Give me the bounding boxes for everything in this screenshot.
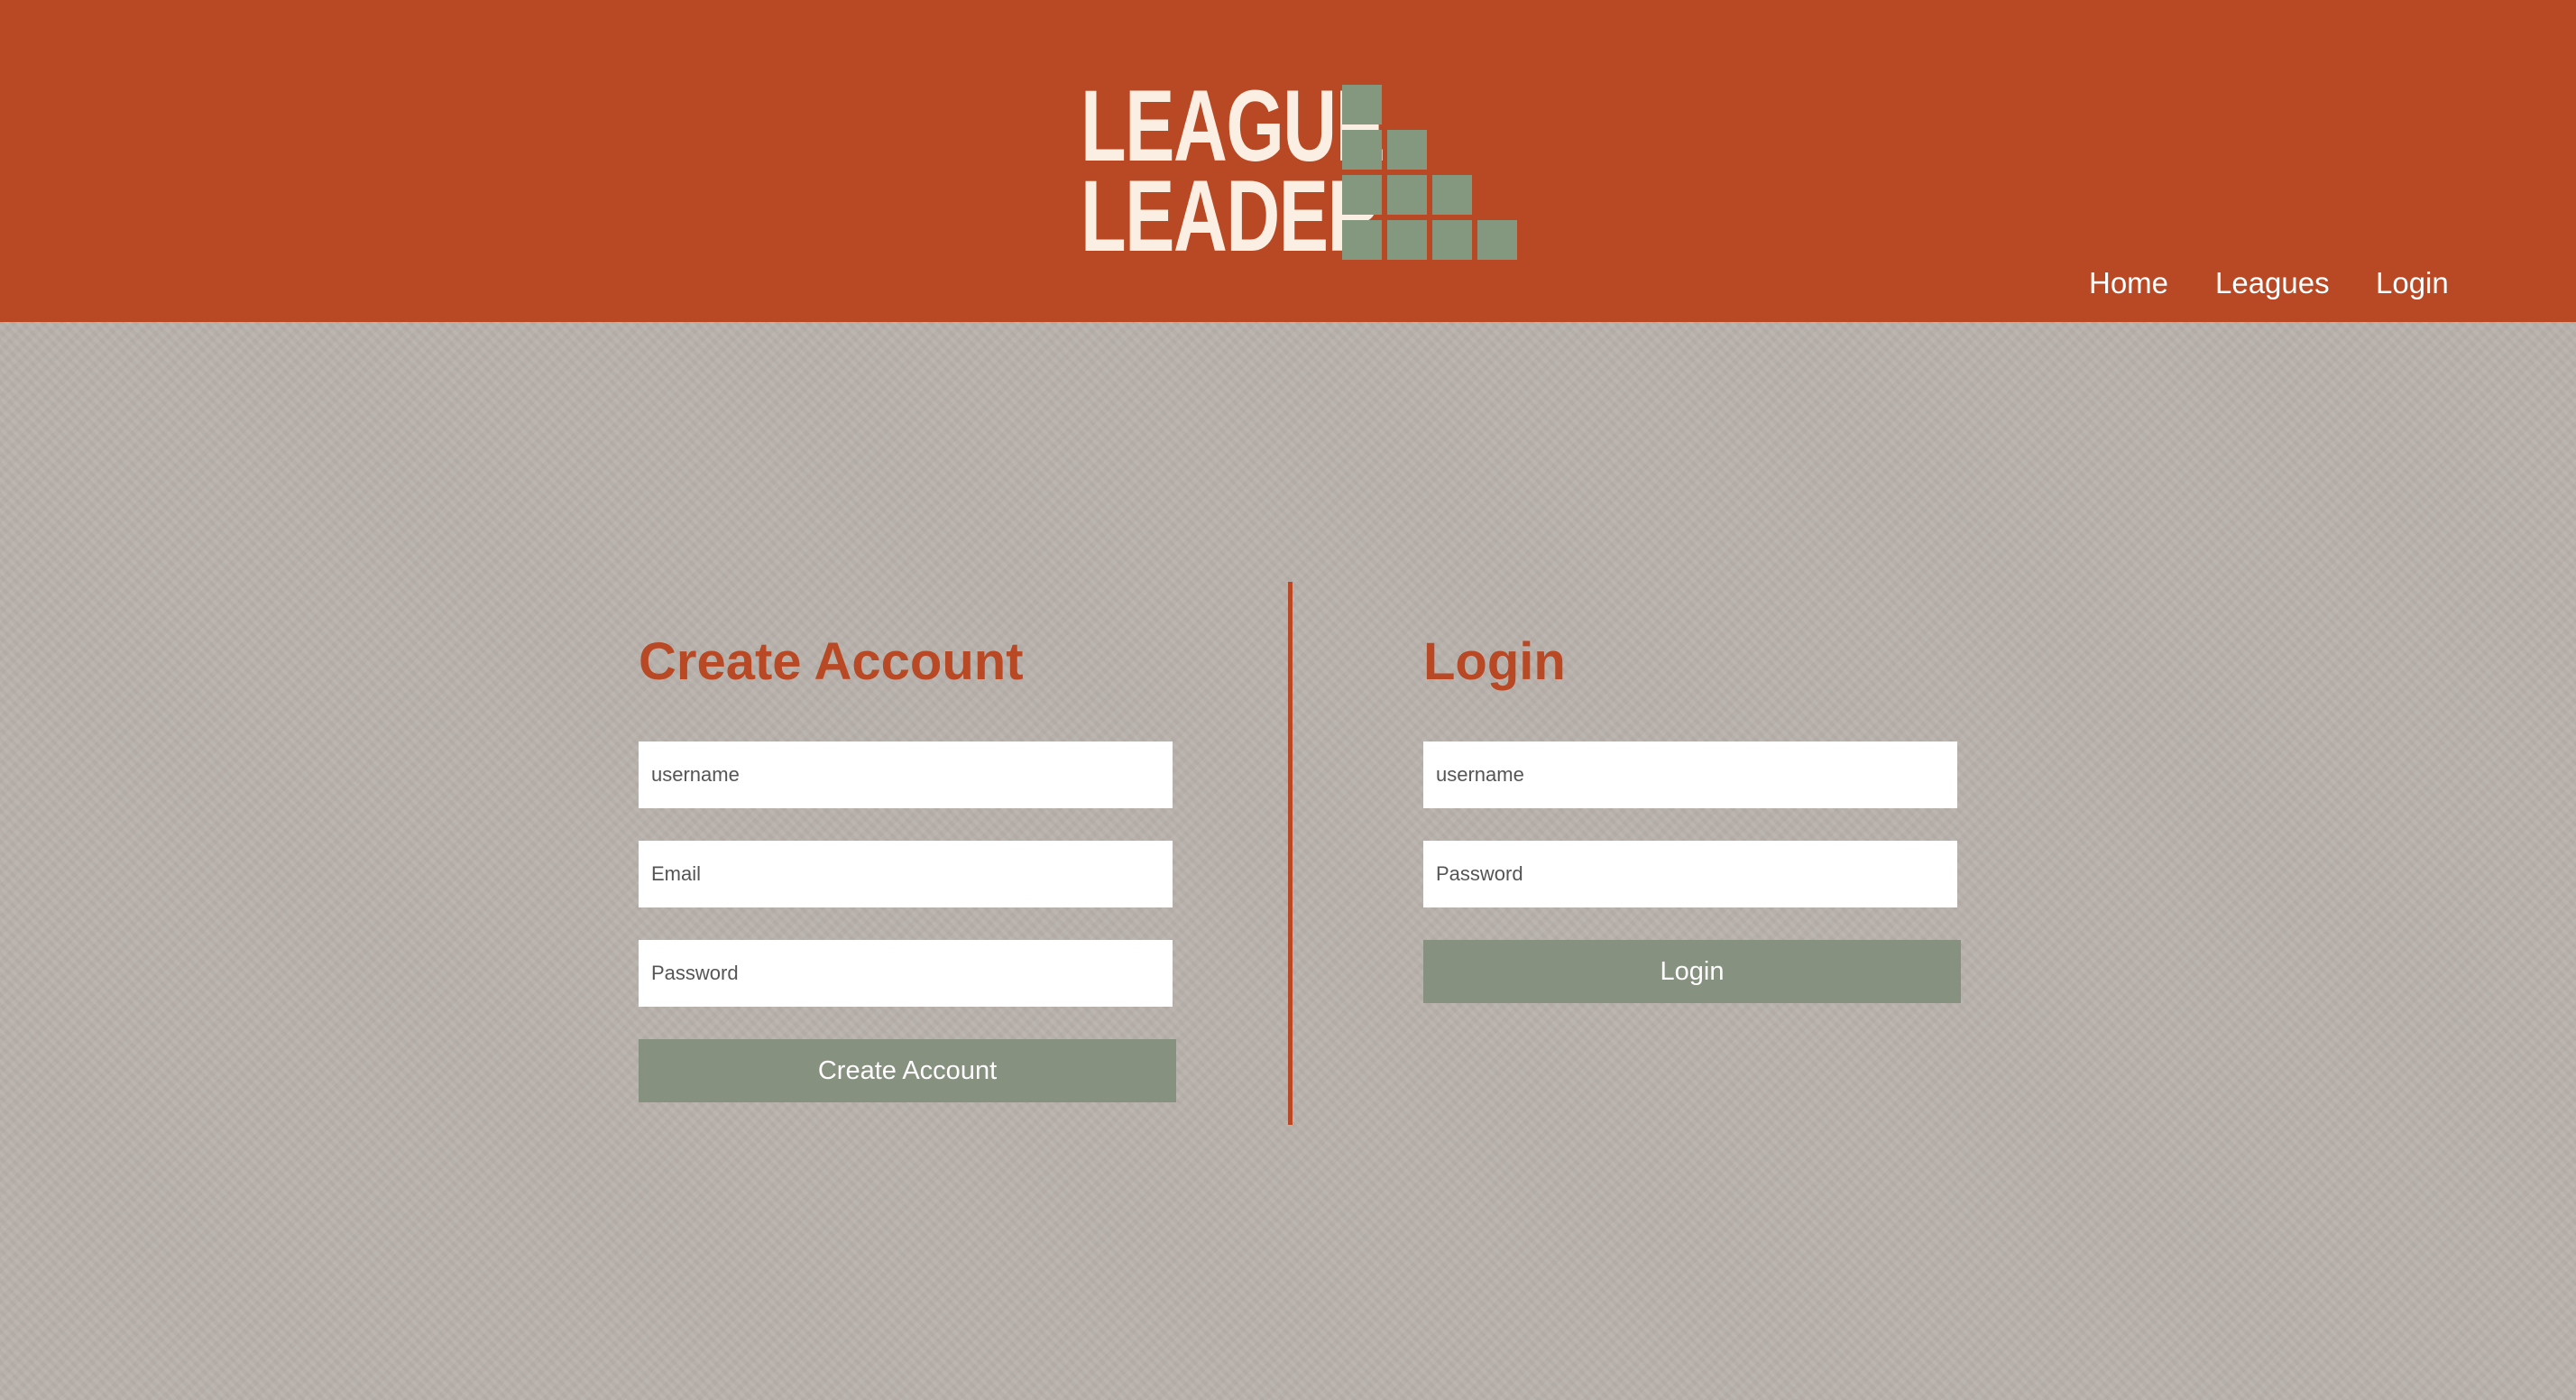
login-username-input[interactable] — [1423, 741, 1957, 808]
site-header: LEAGUE LEADER Home Leagues Login — [0, 0, 2576, 322]
create-password-input[interactable] — [639, 940, 1173, 1007]
panel-divider — [1288, 582, 1293, 1125]
login-button[interactable]: Login — [1423, 940, 1961, 1003]
logo-text-line2: LEADER — [1081, 160, 1381, 272]
create-account-button[interactable]: Create Account — [639, 1039, 1176, 1102]
nav-link-home[interactable]: Home — [2089, 263, 2168, 303]
create-email-input[interactable] — [639, 841, 1173, 907]
nav-link-leagues[interactable]: Leagues — [2215, 263, 2330, 303]
login-title: Login — [1423, 632, 1566, 691]
create-account-title: Create Account — [639, 632, 1024, 691]
create-username-input[interactable] — [639, 741, 1173, 808]
staircase-bars-icon — [1342, 85, 1517, 260]
logo-text-line1: LEAGUE — [1081, 69, 1385, 182]
league-leader-logo[interactable]: LEAGUE LEADER — [1072, 72, 1523, 271]
login-password-input[interactable] — [1423, 841, 1957, 907]
nav-link-login[interactable]: Login — [2376, 263, 2449, 303]
